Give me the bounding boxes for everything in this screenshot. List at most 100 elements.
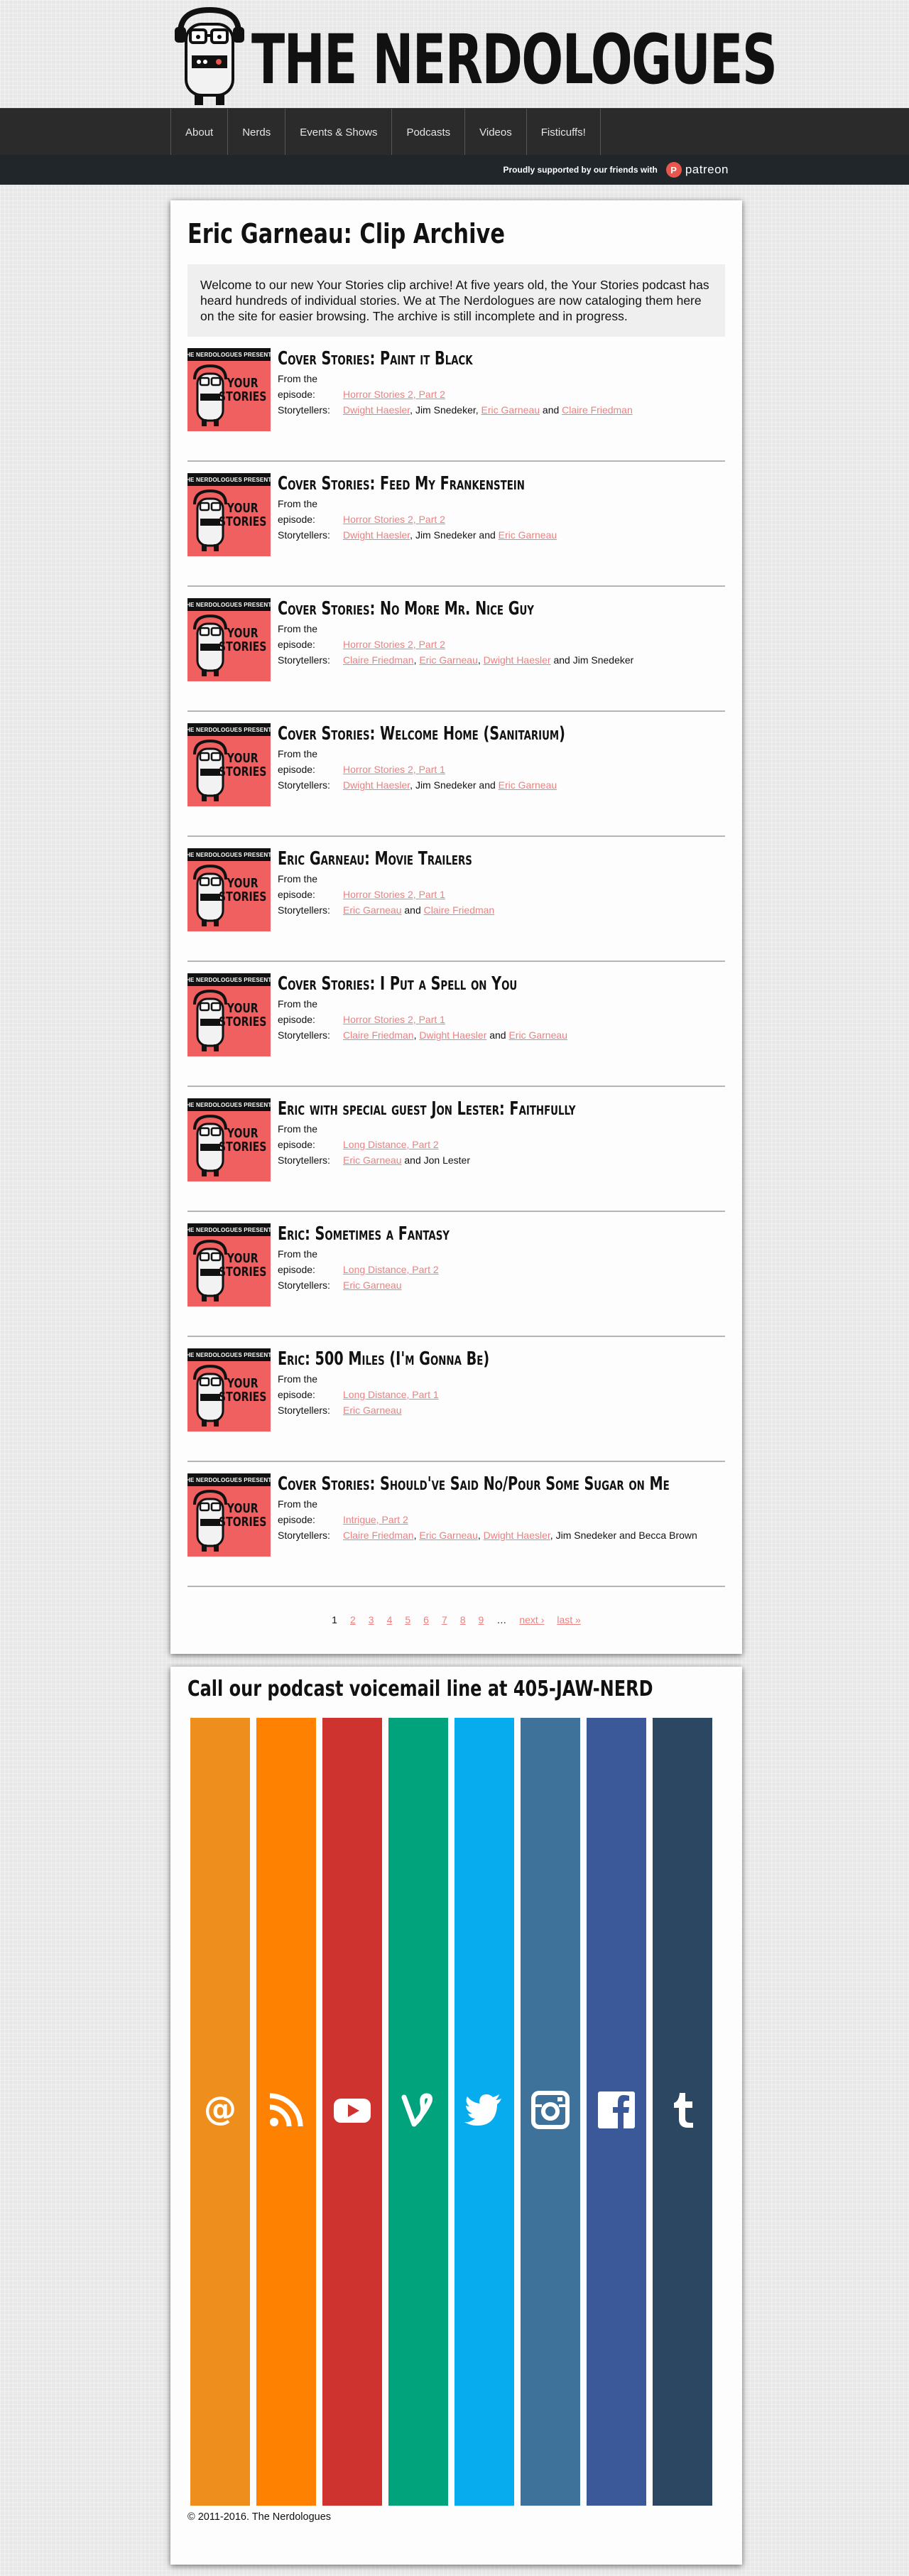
- clip-item: THE NERDOLOGUES PRESENTS YOURSTORIES Cover…: [187, 712, 725, 837]
- clip-thumbnail[interactable]: THE NERDOLOGUES PRESENTS YOURSTORIES: [187, 723, 271, 806]
- storyteller-link[interactable]: Eric Garneau: [508, 1029, 567, 1041]
- clip-title[interactable]: Eric Garneau: Movie Trailers: [278, 847, 472, 871]
- nav-item-podcasts[interactable]: Podcasts: [391, 109, 464, 156]
- storyteller-link[interactable]: Dwight Haesler: [419, 1029, 486, 1041]
- storyteller-text: Jim Snedeker: [415, 779, 477, 791]
- rss-link[interactable]: [256, 1718, 316, 2506]
- episode-link[interactable]: Horror Stories 2, Part 1: [343, 889, 445, 900]
- storyteller-link[interactable]: Claire Friedman: [562, 404, 633, 416]
- storyteller-link[interactable]: Claire Friedman: [343, 1029, 414, 1041]
- storyteller-link[interactable]: Claire Friedman: [424, 904, 495, 916]
- clip-body: Cover Stories: Welcome Home (Sanitarium)…: [278, 723, 666, 835]
- pagination: 1 2 3 4 5 6 7 8 9 … next › last »: [187, 1614, 725, 1625]
- instagram-link[interactable]: [521, 1718, 580, 2506]
- thumbnail-title-text: YOUR STORIES: [218, 1376, 266, 1405]
- clip-episode: From the episode: Long Distance, Part 2: [278, 1121, 680, 1152]
- facebook-link[interactable]: [587, 1718, 646, 2506]
- episode-link[interactable]: Horror Stories 2, Part 1: [343, 1014, 445, 1025]
- nav-item-videos[interactable]: Videos: [464, 109, 526, 156]
- episode-link[interactable]: Horror Stories 2, Part 2: [343, 389, 445, 400]
- nav-item-fisticuffs[interactable]: Fisticuffs!: [526, 109, 601, 156]
- storyteller-link[interactable]: Eric Garneau: [499, 779, 557, 791]
- storyteller-text: ,: [477, 1530, 484, 1541]
- storyteller-link[interactable]: Dwight Haesler: [484, 654, 551, 666]
- episode-link[interactable]: Long Distance, Part 2: [343, 1139, 439, 1150]
- clip-storytellers: Storytellers: Dwight Haesler, Jim Snedeke…: [278, 402, 633, 418]
- clip-thumbnail[interactable]: THE NERDOLOGUES PRESENTS YOURSTORIES: [187, 473, 271, 556]
- storyteller-link[interactable]: Eric Garneau: [343, 1279, 401, 1291]
- pager-page-link[interactable]: 2: [344, 1614, 362, 1625]
- vine-icon: [398, 2090, 438, 2133]
- storyteller-link[interactable]: Dwight Haesler: [343, 779, 410, 791]
- episode-link[interactable]: Intrigue, Part 2: [343, 1514, 408, 1525]
- pager-page-link[interactable]: 4: [381, 1614, 399, 1625]
- storyteller-link[interactable]: Dwight Haesler: [343, 529, 410, 541]
- episode-link[interactable]: Horror Stories 2, Part 1: [343, 764, 445, 775]
- pager-page-link[interactable]: 8: [454, 1614, 472, 1625]
- clip-title[interactable]: Cover Stories: I Put a Spell on You: [278, 972, 517, 996]
- pager-last-link[interactable]: last »: [550, 1614, 587, 1625]
- clip-title[interactable]: Eric: 500 Miles (I'm Gonna Be): [278, 1347, 489, 1371]
- thumbnail-band-text: THE NERDOLOGUES PRESENTS: [187, 848, 271, 861]
- patreon-link[interactable]: P patreon: [665, 162, 729, 178]
- pager-page-link[interactable]: 7: [435, 1614, 454, 1625]
- tumblr-link[interactable]: [653, 1718, 712, 2506]
- storyteller-link[interactable]: Eric Garneau: [419, 654, 477, 666]
- youtube-link[interactable]: [322, 1718, 382, 2506]
- clip-body: Eric Garneau: Movie Trailers From the epi…: [278, 848, 540, 960]
- clip-title[interactable]: Cover Stories: Paint it Black: [278, 347, 540, 371]
- clip-thumbnail[interactable]: THE NERDOLOGUES PRESENTS YOURSTORIES: [187, 598, 271, 681]
- storyteller-text: ,: [410, 529, 415, 541]
- storyteller-link[interactable]: Eric Garneau: [343, 1405, 401, 1416]
- episode-link[interactable]: Horror Stories 2, Part 2: [343, 514, 445, 525]
- thumbnail-band-text: THE NERDOLOGUES PRESENTS: [187, 473, 271, 486]
- storyteller-link[interactable]: Dwight Haesler: [484, 1530, 550, 1541]
- pager-page-link[interactable]: 6: [417, 1614, 435, 1625]
- clip-episode: From the episode: Long Distance, Part 1: [278, 1371, 564, 1402]
- site-title[interactable]: THE NERDOLOGUES: [251, 26, 778, 94]
- storyteller-link[interactable]: Dwight Haesler: [343, 404, 410, 416]
- twitter-icon: [464, 2090, 504, 2133]
- clip-thumbnail[interactable]: THE NERDOLOGUES PRESENTS YOURSTORIES: [187, 1348, 271, 1432]
- storyteller-link[interactable]: Eric Garneau: [419, 1530, 477, 1541]
- email-link[interactable]: @: [190, 1718, 250, 2506]
- clip-title[interactable]: Cover Stories: No More Mr. Nice Guy: [278, 597, 541, 621]
- clip-item: THE NERDOLOGUES PRESENTS YOURSTORIES Eric:…: [187, 1212, 725, 1337]
- storyteller-link[interactable]: Eric Garneau: [343, 904, 401, 916]
- twitter-link[interactable]: [454, 1718, 514, 2506]
- clip-title[interactable]: Cover Stories: Should've Said No/Pour So…: [278, 1472, 670, 1496]
- episode-link[interactable]: Long Distance, Part 2: [343, 1264, 439, 1275]
- storyteller-link[interactable]: Eric Garneau: [481, 404, 540, 416]
- episode-link[interactable]: Long Distance, Part 1: [343, 1389, 439, 1400]
- nav-item-nerds[interactable]: Nerds: [227, 109, 285, 156]
- clip-thumbnail[interactable]: THE NERDOLOGUES PRESENTS YOURSTORIES: [187, 973, 271, 1056]
- clip-thumbnail[interactable]: THE NERDOLOGUES PRESENTS YOURSTORIES: [187, 348, 271, 431]
- clip-thumbnail[interactable]: THE NERDOLOGUES PRESENTS YOURSTORIES: [187, 1473, 271, 1557]
- nav-item-about[interactable]: About: [170, 109, 227, 156]
- nerd-mascot-logo[interactable]: [170, 4, 249, 107]
- clip-title[interactable]: Eric: Sometimes a Fantasy: [278, 1222, 450, 1246]
- clip-title[interactable]: Cover Stories: Welcome Home (Sanitarium): [278, 722, 565, 746]
- pager-next-link[interactable]: next ›: [513, 1614, 550, 1625]
- storyteller-link[interactable]: Eric Garneau: [343, 1154, 401, 1166]
- storyteller-text: and: [550, 654, 573, 666]
- nav-item-events-shows[interactable]: Events & Shows: [285, 109, 391, 156]
- episode-link[interactable]: Horror Stories 2, Part 2: [343, 639, 445, 650]
- clip-storytellers: Storytellers: Claire Friedman, Eric Garne…: [278, 1527, 807, 1543]
- clip-archive-card: Eric Garneau: Clip Archive Welcome to ou…: [170, 200, 742, 1654]
- storyteller-link[interactable]: Eric Garneau: [499, 529, 557, 541]
- clip-thumbnail[interactable]: THE NERDOLOGUES PRESENTS YOURSTORIES: [187, 1098, 271, 1181]
- vine-link[interactable]: [388, 1718, 448, 2506]
- thumbnail-band-text: THE NERDOLOGUES PRESENTS: [187, 598, 271, 611]
- clip-storytellers: Storytellers: Claire Friedman, Eric Garne…: [278, 652, 633, 668]
- pager-page-link[interactable]: 3: [362, 1614, 381, 1625]
- clip-title[interactable]: Cover Stories: Feed My Frankenstein: [278, 472, 525, 496]
- clip-thumbnail[interactable]: THE NERDOLOGUES PRESENTS YOURSTORIES: [187, 1223, 271, 1306]
- pager-page-link[interactable]: 5: [398, 1614, 417, 1625]
- pager-page-link[interactable]: 9: [472, 1614, 491, 1625]
- instagram-icon: [530, 2090, 570, 2133]
- storyteller-link[interactable]: Claire Friedman: [343, 654, 414, 666]
- clip-title[interactable]: Eric with special guest Jon Lester: Fait…: [278, 1097, 576, 1121]
- storyteller-link[interactable]: Claire Friedman: [343, 1530, 414, 1541]
- clip-thumbnail[interactable]: THE NERDOLOGUES PRESENTS YOURSTORIES: [187, 848, 271, 931]
